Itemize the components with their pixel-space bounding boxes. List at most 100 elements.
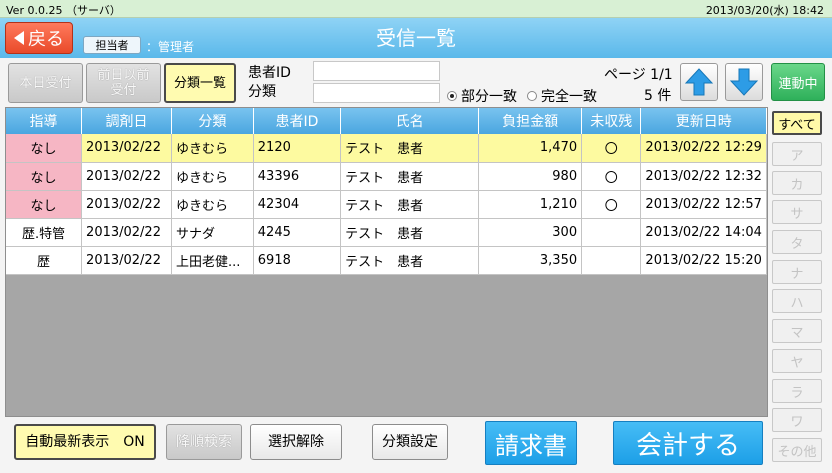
col-patient-id[interactable]: 患者ID <box>253 108 342 134</box>
cell-outstanding: 〇 <box>581 162 642 191</box>
page-down-button[interactable] <box>725 63 763 101</box>
cell-category: サナダ <box>171 218 254 247</box>
descending-search-button[interactable]: 降順検索 <box>166 424 242 460</box>
col-guidance[interactable]: 指導 <box>6 108 83 134</box>
cell-category: ゆきむら <box>171 162 254 191</box>
index-tab-ma[interactable]: マ <box>772 319 822 343</box>
previous-reception-button[interactable]: 前日以前 受付 <box>86 63 161 103</box>
cell-amount: 1,470 <box>478 134 583 163</box>
exact-match-label: 完全一致 <box>541 89 597 105</box>
cell-date: 2013/02/22 <box>81 134 172 163</box>
index-tab-wa[interactable]: ワ <box>772 408 822 432</box>
table-row[interactable]: 歴.特管 2013/02/22 サナダ 4245 テスト 患者 300 2013… <box>6 218 767 247</box>
table-row[interactable]: なし 2013/02/22 ゆきむら 42304 テスト 患者 1,210 〇 … <box>6 190 767 219</box>
cell-amount: 3,350 <box>478 246 583 275</box>
arrow-up-icon <box>684 68 714 96</box>
page-indicator: ページ 1/1 <box>604 67 673 83</box>
category-label: 分類 <box>248 84 276 100</box>
partial-match-radio[interactable]: 部分一致 <box>447 86 517 106</box>
cell-date: 2013/02/22 <box>81 190 172 219</box>
cell-outstanding: 〇 <box>581 190 642 219</box>
cell-category: ゆきむら <box>171 190 254 219</box>
cell-amount: 1,210 <box>478 190 583 219</box>
cell-patient-id: 43396 <box>253 162 342 191</box>
status-strip: Ver 0.0.25 （サーバ） 2013/03/20(水) 18:42 <box>0 0 832 18</box>
back-button-label: 戻る <box>28 29 64 50</box>
descending-search-label: 降順検索 <box>176 433 232 450</box>
linked-status-button[interactable]: 連動中 <box>771 63 825 101</box>
cell-patient-id: 2120 <box>253 134 342 163</box>
col-dispense-date[interactable]: 調剤日 <box>81 108 172 134</box>
cell-patient-id: 6918 <box>253 246 342 275</box>
cell-date: 2013/02/22 <box>81 246 172 275</box>
checkout-button[interactable]: 会計する <box>613 421 763 465</box>
auto-refresh-button[interactable]: 自動最新表示 ON <box>14 424 156 460</box>
cell-name: テスト 患者 <box>340 218 480 247</box>
reception-table-area: 指導 調剤日 分類 患者ID 氏名 負担金額 未収残 更新日時 なし 2013/… <box>5 107 768 417</box>
cell-outstanding: 〇 <box>581 134 642 163</box>
index-tab-all[interactable]: すべて <box>772 111 822 135</box>
exact-match-radio[interactable]: 完全一致 <box>527 86 597 106</box>
version-text: Ver 0.0.25 （サーバ） <box>6 4 121 17</box>
datetime-text: 2013/03/20(水) 18:42 <box>705 4 824 17</box>
table-row[interactable]: なし 2013/02/22 ゆきむら 2120 テスト 患者 1,470 〇 2… <box>6 134 767 163</box>
col-updated[interactable]: 更新日時 <box>640 108 767 134</box>
index-tab-ka[interactable]: カ <box>772 171 822 195</box>
back-button[interactable]: 戻る <box>5 22 73 54</box>
invoice-button[interactable]: 請求書 <box>485 421 577 465</box>
cell-date: 2013/02/22 <box>81 162 172 191</box>
index-tab-other[interactable]: その他 <box>772 438 822 462</box>
cell-outstanding <box>581 246 642 275</box>
cell-date: 2013/02/22 <box>81 218 172 247</box>
index-tab-sa[interactable]: サ <box>772 200 822 224</box>
previous-reception-label-2: 受付 <box>110 83 137 98</box>
cell-amount: 980 <box>478 162 583 191</box>
today-reception-label: 本日受付 <box>19 75 72 91</box>
col-amount[interactable]: 負担金額 <box>478 108 583 134</box>
today-reception-button[interactable]: 本日受付 <box>8 63 83 103</box>
cell-outstanding <box>581 218 642 247</box>
reception-table: 指導 調剤日 分類 患者ID 氏名 負担金額 未収残 更新日時 なし 2013/… <box>6 108 767 275</box>
cell-updated: 2013/02/22 15:20 <box>640 246 767 275</box>
cell-updated: 2013/02/22 12:57 <box>640 190 767 219</box>
index-tab-ra[interactable]: ラ <box>772 379 822 403</box>
category-setting-button[interactable]: 分類設定 <box>372 424 448 460</box>
back-arrow-icon <box>14 31 24 45</box>
table-header-row: 指導 調剤日 分類 患者ID 氏名 負担金額 未収残 更新日時 <box>6 108 767 134</box>
category-list-button[interactable]: 分類一覧 <box>164 63 236 103</box>
radio-selected-icon <box>447 91 457 101</box>
cell-updated: 2013/02/22 12:32 <box>640 162 767 191</box>
category-input[interactable] <box>313 83 440 103</box>
col-name[interactable]: 氏名 <box>340 108 480 134</box>
index-tab-ya[interactable]: ヤ <box>772 349 822 373</box>
cell-category: ゆきむら <box>171 134 254 163</box>
index-tab-a[interactable]: ア <box>772 142 822 166</box>
cell-name: テスト 患者 <box>340 134 480 163</box>
index-tab-na[interactable]: ナ <box>772 260 822 284</box>
radio-unselected-icon <box>527 91 537 101</box>
index-tab-ha[interactable]: ハ <box>772 289 822 313</box>
cell-guidance: なし <box>6 190 83 219</box>
cell-guidance: 歴.特管 <box>6 218 83 247</box>
cell-updated: 2013/02/22 14:04 <box>640 218 767 247</box>
col-outstanding[interactable]: 未収残 <box>581 108 642 134</box>
cell-name: テスト 患者 <box>340 246 480 275</box>
arrow-down-icon <box>729 68 759 96</box>
cell-guidance: 歴 <box>6 246 83 275</box>
clear-selection-button[interactable]: 選択解除 <box>250 424 342 460</box>
cell-name: テスト 患者 <box>340 162 480 191</box>
patient-id-label: 患者ID <box>248 65 291 81</box>
record-count: 5 件 <box>644 88 672 104</box>
page-up-button[interactable] <box>680 63 718 101</box>
cell-amount: 300 <box>478 218 583 247</box>
partial-match-label: 部分一致 <box>461 89 517 105</box>
index-tab-ta[interactable]: タ <box>772 230 822 254</box>
table-row[interactable]: なし 2013/02/22 ゆきむら 43396 テスト 患者 980 〇 20… <box>6 162 767 191</box>
col-category[interactable]: 分類 <box>171 108 254 134</box>
table-row[interactable]: 歴 2013/02/22 上田老健... 6918 テスト 患者 3,350 2… <box>6 246 767 275</box>
staff-name: ：管理者 <box>146 40 195 54</box>
patient-id-input[interactable] <box>313 61 440 81</box>
staff-button[interactable]: 担当者 <box>83 36 141 54</box>
cell-patient-id: 4245 <box>253 218 342 247</box>
cell-guidance: なし <box>6 134 83 163</box>
